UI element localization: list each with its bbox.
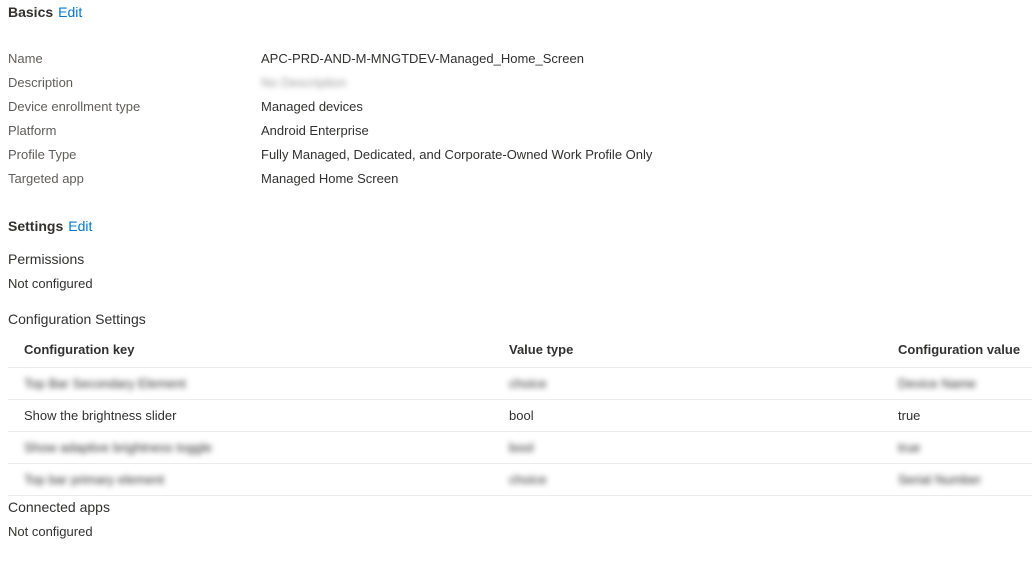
row-key: Show the brightness slider	[24, 408, 177, 423]
row-config-value: Serial Number	[898, 472, 982, 487]
configuration-table: Configuration key Value type Configurati…	[8, 334, 1032, 496]
targeted-app-label: Targeted app	[8, 171, 84, 186]
settings-edit-link[interactable]: Edit	[68, 218, 92, 234]
basics-edit-link[interactable]: Edit	[58, 4, 82, 20]
table-row[interactable]: Top Bar Secondary Element choice Device …	[8, 368, 1032, 400]
column-header-value-type[interactable]: Value type	[509, 342, 573, 357]
description-label: Description	[8, 75, 74, 90]
basics-title: Basics	[8, 4, 54, 20]
column-header-configuration-value[interactable]: Configuration value	[898, 342, 1020, 357]
row-config-value: true	[898, 408, 921, 423]
settings-header: Settings Edit	[8, 218, 92, 234]
platform-value: Android Enterprise	[261, 123, 369, 138]
table-row[interactable]: Top bar primary element choice Serial Nu…	[8, 464, 1032, 496]
table-row[interactable]: Show adaptive brightness toggle bool tru…	[8, 432, 1032, 464]
row-config-value: true	[898, 440, 921, 455]
profile-type-label: Profile Type	[8, 147, 77, 162]
enrollment-type-value: Managed devices	[261, 99, 363, 114]
permissions-value: Not configured	[8, 276, 93, 291]
connected-apps-heading: Connected apps	[8, 499, 110, 515]
row-key: Top bar primary element	[24, 472, 165, 487]
column-header-configuration-key[interactable]: Configuration key	[24, 342, 135, 357]
row-value-type: bool	[509, 440, 534, 455]
table-row[interactable]: Show the brightness slider bool true	[8, 400, 1032, 432]
profile-type-value: Fully Managed, Dedicated, and Corporate-…	[261, 147, 653, 162]
targeted-app-value: Managed Home Screen	[261, 171, 399, 186]
platform-label: Platform	[8, 123, 57, 138]
description-value: No Description	[261, 75, 347, 90]
row-value-type: choice	[509, 472, 547, 487]
basics-header: Basics Edit	[8, 4, 82, 20]
configuration-settings-heading: Configuration Settings	[8, 311, 146, 327]
row-config-value: Device Name	[898, 376, 977, 391]
row-value-type: bool	[509, 408, 534, 423]
row-key: Top Bar Secondary Element	[24, 376, 186, 391]
connected-apps-value: Not configured	[8, 524, 93, 539]
permissions-heading: Permissions	[8, 251, 85, 267]
name-label: Name	[8, 51, 43, 66]
row-value-type: choice	[509, 376, 547, 391]
name-value: APC-PRD-AND-M-MNGTDEV-Managed_Home_Scree…	[261, 51, 584, 66]
settings-title: Settings	[8, 218, 64, 234]
table-header-row: Configuration key Value type Configurati…	[8, 334, 1032, 368]
row-key: Show adaptive brightness toggle	[24, 440, 212, 455]
enrollment-type-label: Device enrollment type	[8, 99, 141, 114]
profile-summary-page: Basics Edit Name APC-PRD-AND-M-MNGTDEV-Ma…	[0, 0, 1032, 565]
